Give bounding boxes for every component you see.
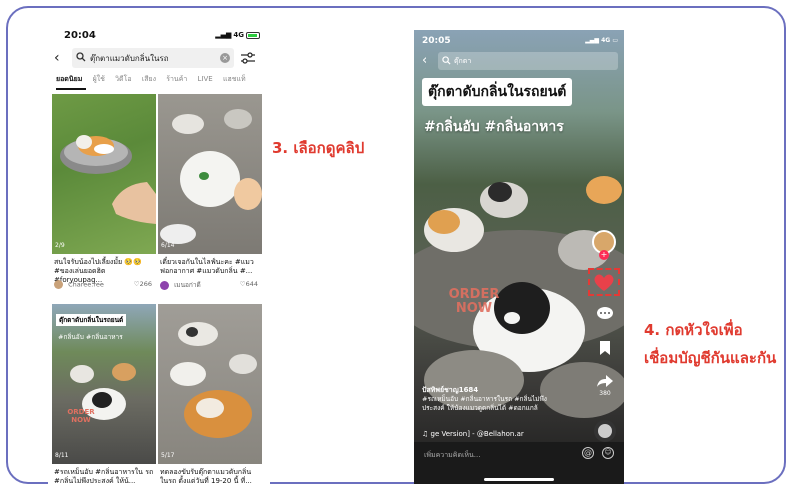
comment-bar: เพิ่มความคิดเห็น... @ ☺ <box>414 442 624 484</box>
status-bar: 20:04 ▂▄▆ 4G <box>58 30 260 44</box>
share-icon[interactable]: 380 <box>594 374 616 397</box>
status-time: 20:05 <box>422 36 451 46</box>
caption-line-2: ประสงค์ ให้น้องแมวดูดกลิ่นได้ #ดอกแกล้ <box>422 404 538 412</box>
image-count: 6/14 <box>161 242 175 249</box>
annotation-step-3: 3. เลือกดูคลิป <box>272 139 365 157</box>
action-rail: + 380 <box>588 230 620 430</box>
like-count: ♡644 <box>239 280 258 288</box>
tab-top[interactable]: ยอดนิยม <box>56 75 82 83</box>
image-count: 2/9 <box>55 242 65 249</box>
cat-pillow-photo <box>60 135 156 224</box>
video-caption: เดี๋ยวเจอกันในไลฟ์นะคะ #แมวฟอกอากาศ #แมว… <box>160 258 254 275</box>
chevron-left-icon[interactable]: ‹ <box>422 53 427 68</box>
search-input[interactable]: ตุ๊กตา <box>438 52 618 70</box>
tab-videos[interactable]: วิดีโอ <box>115 75 131 83</box>
comment-icon[interactable] <box>594 306 616 324</box>
follow-plus-icon[interactable]: + <box>599 250 609 260</box>
caption-line-1: #รถเหม็นอับ #กลิ่นอาหารในรถ #กลิ่นไม่พึง <box>422 395 547 403</box>
overlay-order-now: ORDER NOW <box>67 408 95 424</box>
battery-icon <box>246 31 260 39</box>
username: Charee.ree <box>68 280 104 289</box>
order-now-overlay: ORDER NOW <box>448 287 500 316</box>
tab-shop[interactable]: ร้านค้า <box>166 75 187 83</box>
video-caption-block: ปัสทิพย์ชาญ1684 #รถเหม็นอับ #กลิ่นอาหารใ… <box>422 386 592 413</box>
comment-input[interactable]: เพิ่มความคิดเห็น... <box>424 450 480 461</box>
heart-highlight-box <box>588 268 620 296</box>
cats-pile-photo <box>160 109 262 244</box>
music-disc-icon[interactable] <box>594 420 616 442</box>
video-thumbnail: ตุ๊กตาดับกลิ่นในรถยนต์ #กลิ่นอับ #กลิ่นอ… <box>52 304 156 464</box>
home-indicator <box>484 478 554 481</box>
tab-hashtags[interactable]: แฮชแท็ <box>223 75 246 83</box>
music-ticker[interactable]: ♫ ge Version] - @Bellahon.ar <box>422 430 524 438</box>
annotation-step-4-line-1: 4. กดหัวใจเพื่อ <box>644 321 743 339</box>
status-indicators: ▂▄▆ 4G ▭ <box>585 37 618 44</box>
username: เมนอก่าดี <box>174 281 201 289</box>
heart-icon[interactable] <box>590 270 618 294</box>
video-thumbnail: 5/17 <box>158 304 262 464</box>
video-hashtags-overlay: #กลิ่นอับ #กลิ่นอาหาร <box>424 119 564 135</box>
tab-users[interactable]: ผู้ใช้ <box>93 75 105 83</box>
avatar <box>54 280 63 289</box>
result-video-card[interactable]: 6/14 เดี๋ยวเจอกันในไลฟ์นะคะ #แมวฟอกอากาศ… <box>158 94 262 300</box>
result-video-card[interactable]: 5/17 ทดลองขับรับตุ๊กตาแมวดับกลิ่น ในรถ ต… <box>158 304 262 486</box>
search-icon <box>442 56 451 65</box>
signal-icon: ▂▄▆ <box>215 31 232 39</box>
video-caption: ทดลองขับรับตุ๊กตาแมวดับกลิ่น ในรถ ตั้งแต… <box>160 468 252 485</box>
avatar <box>160 280 169 290</box>
search-query: ตุ๊กตา <box>454 57 472 65</box>
video-thumbnail: 6/14 <box>158 94 262 254</box>
tab-sounds[interactable]: เสียง <box>142 75 156 83</box>
search-query: ตุ๊กตาแมวดับกลิ่นในรถ <box>90 54 169 63</box>
cat-dolls-photo <box>170 322 257 438</box>
video-thumbnail: 2/9 <box>52 94 156 254</box>
image-count: 5/17 <box>161 452 175 459</box>
search-bar-row: ‹ ตุ๊กตา <box>422 52 618 70</box>
result-video-card[interactable]: ตุ๊กตาดับกลิ่นในรถยนต์ #กลิ่นอับ #กลิ่นอ… <box>52 304 156 486</box>
bookmark-icon[interactable] <box>594 340 616 358</box>
status-bar: 20:05 ▂▄▆ 4G ▭ <box>422 36 618 46</box>
video-title-label: ตุ๊กตาดับกลิ่นในรถยนต์ <box>422 78 573 106</box>
network-label: 4G <box>233 31 244 39</box>
creator-username[interactable]: ปัสทิพย์ชาญ1684 <box>422 386 592 395</box>
annotation-step-4-line-2: เชื่อมบัญชีกันและกัน <box>644 349 777 367</box>
video-caption: #รถเหม็นอับ #กลิ่นอาหารใน รถ #กลิ่นไม่พึ… <box>54 468 154 485</box>
share-count: 380 <box>599 390 611 397</box>
cats-on-car-photo <box>70 363 136 420</box>
status-indicators: ▂▄▆ 4G <box>215 31 260 39</box>
emoji-icon[interactable]: ☺ <box>602 447 614 459</box>
video-meta: Charee.ree ♡266 <box>54 280 154 289</box>
clear-search-icon[interactable]: × <box>220 53 230 63</box>
search-icon <box>76 52 86 62</box>
result-video-card[interactable]: 2/9 สนใจรับน้องไปเลี้ยงมั้ย 🥺🥺 #ของเล่นย… <box>52 94 156 300</box>
search-input[interactable]: ตุ๊กตาแมวดับกลิ่นในรถ × <box>72 48 234 68</box>
active-tab-indicator <box>56 88 86 90</box>
sliders-icon[interactable] <box>240 51 256 65</box>
image-count: 8/11 <box>55 452 69 459</box>
search-bar-row: ‹ ตุ๊กตาแมวดับกลิ่นในรถ × <box>54 48 264 68</box>
like-count: ♡266 <box>133 280 152 288</box>
chevron-left-icon[interactable]: ‹ <box>54 50 68 66</box>
video-player-screen: 20:05 ▂▄▆ 4G ▭ ‹ ตุ๊กตา ตุ๊กตาดับกลิ่นใน… <box>414 30 624 484</box>
mention-icon[interactable]: @ <box>582 447 594 459</box>
status-time: 20:04 <box>64 30 96 41</box>
search-tabs: ยอดนิยม ผู้ใช้ วิดีโอ เสียง ร้านค้า LIVE… <box>56 74 268 88</box>
tab-live[interactable]: LIVE <box>198 75 213 83</box>
video-meta: เมนอก่าดี ♡644 <box>160 280 260 290</box>
search-results-screen: 20:04 ▂▄▆ 4G ‹ ตุ๊กตาแมวดับกลิ่นในรถ × ย… <box>48 22 270 486</box>
